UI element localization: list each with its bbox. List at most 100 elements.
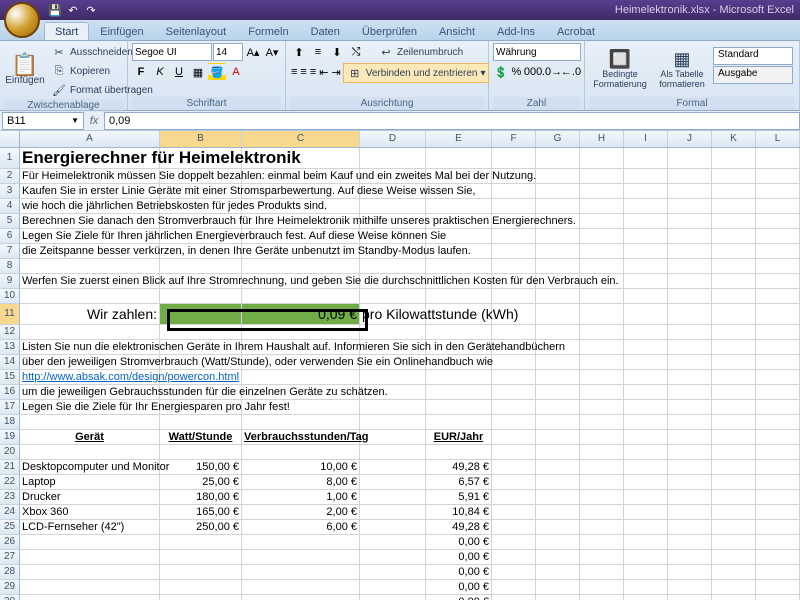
cell[interactable] (242, 445, 360, 459)
tab-insert[interactable]: Einfügen (89, 22, 154, 40)
save-icon[interactable]: 💾 (48, 3, 62, 17)
row-header-4[interactable]: 4 (0, 199, 20, 214)
cell[interactable] (536, 595, 580, 600)
cell[interactable] (536, 289, 580, 303)
cell[interactable] (668, 460, 712, 474)
cell[interactable] (536, 325, 580, 339)
cell[interactable]: http://www.absak.com/design/powercon.htm… (20, 370, 160, 384)
cell[interactable] (756, 535, 800, 549)
cell[interactable] (668, 244, 712, 258)
cell[interactable] (624, 259, 668, 273)
cell[interactable] (668, 370, 712, 384)
cell[interactable] (624, 370, 668, 384)
cell[interactable] (712, 505, 756, 519)
cell[interactable] (20, 565, 160, 579)
cell[interactable] (536, 169, 580, 183)
cell[interactable] (20, 445, 160, 459)
cell[interactable] (426, 370, 492, 384)
cell[interactable] (712, 475, 756, 489)
cell[interactable] (580, 148, 624, 168)
cell[interactable] (756, 184, 800, 198)
cell[interactable] (624, 475, 668, 489)
cell[interactable] (536, 550, 580, 564)
cell[interactable] (360, 430, 426, 444)
cell[interactable] (756, 475, 800, 489)
cell[interactable]: Energierechner für Heimelektronik (20, 148, 160, 168)
cell[interactable] (426, 289, 492, 303)
cell[interactable] (580, 475, 624, 489)
cell[interactable] (426, 325, 492, 339)
cell[interactable] (580, 565, 624, 579)
cell[interactable] (668, 475, 712, 489)
bold-button[interactable]: F (132, 63, 150, 81)
cell[interactable] (668, 184, 712, 198)
cell[interactable] (160, 445, 242, 459)
font-name-select[interactable] (132, 43, 212, 61)
cell[interactable]: 0,00 € (426, 595, 492, 600)
cell[interactable]: LCD-Fernseher (42") (20, 520, 160, 534)
row-header-1[interactable]: 1 (0, 148, 20, 169)
cell[interactable] (492, 325, 536, 339)
cell[interactable] (756, 490, 800, 504)
cell[interactable] (668, 415, 712, 429)
cell[interactable] (668, 520, 712, 534)
cell[interactable] (492, 430, 536, 444)
cell[interactable] (580, 259, 624, 273)
row-header-29[interactable]: 29 (0, 580, 20, 595)
cell[interactable] (492, 520, 536, 534)
cell[interactable] (536, 520, 580, 534)
cell[interactable] (536, 535, 580, 549)
align-bottom-icon[interactable]: ⬇ (328, 43, 346, 61)
cell[interactable] (756, 460, 800, 474)
cell[interactable] (536, 184, 580, 198)
cell[interactable]: über den jeweiligen Stromverbrauch (Watt… (20, 355, 160, 369)
cell[interactable] (756, 244, 800, 258)
grow-font-icon[interactable]: A▴ (244, 43, 262, 61)
cell[interactable]: 0,00 € (426, 535, 492, 549)
tab-review[interactable]: Überprüfen (351, 22, 428, 40)
cell[interactable] (668, 259, 712, 273)
cell[interactable]: Laptop (20, 475, 160, 489)
col-header-B[interactable]: B (160, 131, 242, 147)
cell[interactable] (360, 565, 426, 579)
cell[interactable] (712, 520, 756, 534)
cell[interactable] (360, 595, 426, 600)
row-header-10[interactable]: 10 (0, 289, 20, 304)
cell[interactable] (624, 199, 668, 213)
cell[interactable] (756, 355, 800, 369)
cell[interactable] (624, 415, 668, 429)
cell[interactable] (712, 445, 756, 459)
row-header-7[interactable]: 7 (0, 244, 20, 259)
cell[interactable] (20, 580, 160, 594)
cell[interactable] (360, 460, 426, 474)
cell[interactable]: Watt/Stunde (160, 430, 242, 444)
cell[interactable] (492, 415, 536, 429)
cell[interactable] (492, 550, 536, 564)
currency-icon[interactable]: 💲 (493, 63, 509, 81)
cell[interactable]: Wir zahlen: (20, 304, 160, 324)
cell[interactable] (536, 490, 580, 504)
cell[interactable]: 6,57 € (426, 475, 492, 489)
align-left-icon[interactable]: ≡ (290, 63, 298, 81)
cell[interactable] (756, 520, 800, 534)
row-header-26[interactable]: 26 (0, 535, 20, 550)
cell[interactable] (426, 385, 492, 399)
cell[interactable]: 8,00 € (242, 475, 360, 489)
cell[interactable]: 1,00 € (242, 490, 360, 504)
cell[interactable] (492, 445, 536, 459)
cell[interactable] (712, 259, 756, 273)
cells-area[interactable]: Energierechner für HeimelektronikFür Hei… (20, 148, 800, 600)
cell[interactable] (624, 169, 668, 183)
cell[interactable] (536, 400, 580, 414)
tab-view[interactable]: Ansicht (428, 22, 486, 40)
cell[interactable]: 10,00 € (242, 460, 360, 474)
row-header-22[interactable]: 22 (0, 475, 20, 490)
cell[interactable] (712, 430, 756, 444)
cell[interactable]: EUR/Jahr (426, 430, 492, 444)
cell[interactable] (580, 490, 624, 504)
col-header-C[interactable]: C (242, 131, 360, 147)
cell[interactable]: 165,00 € (160, 505, 242, 519)
align-middle-icon[interactable]: ≡ (309, 43, 327, 61)
row-header-17[interactable]: 17 (0, 400, 20, 415)
tab-start[interactable]: Start (44, 22, 89, 40)
